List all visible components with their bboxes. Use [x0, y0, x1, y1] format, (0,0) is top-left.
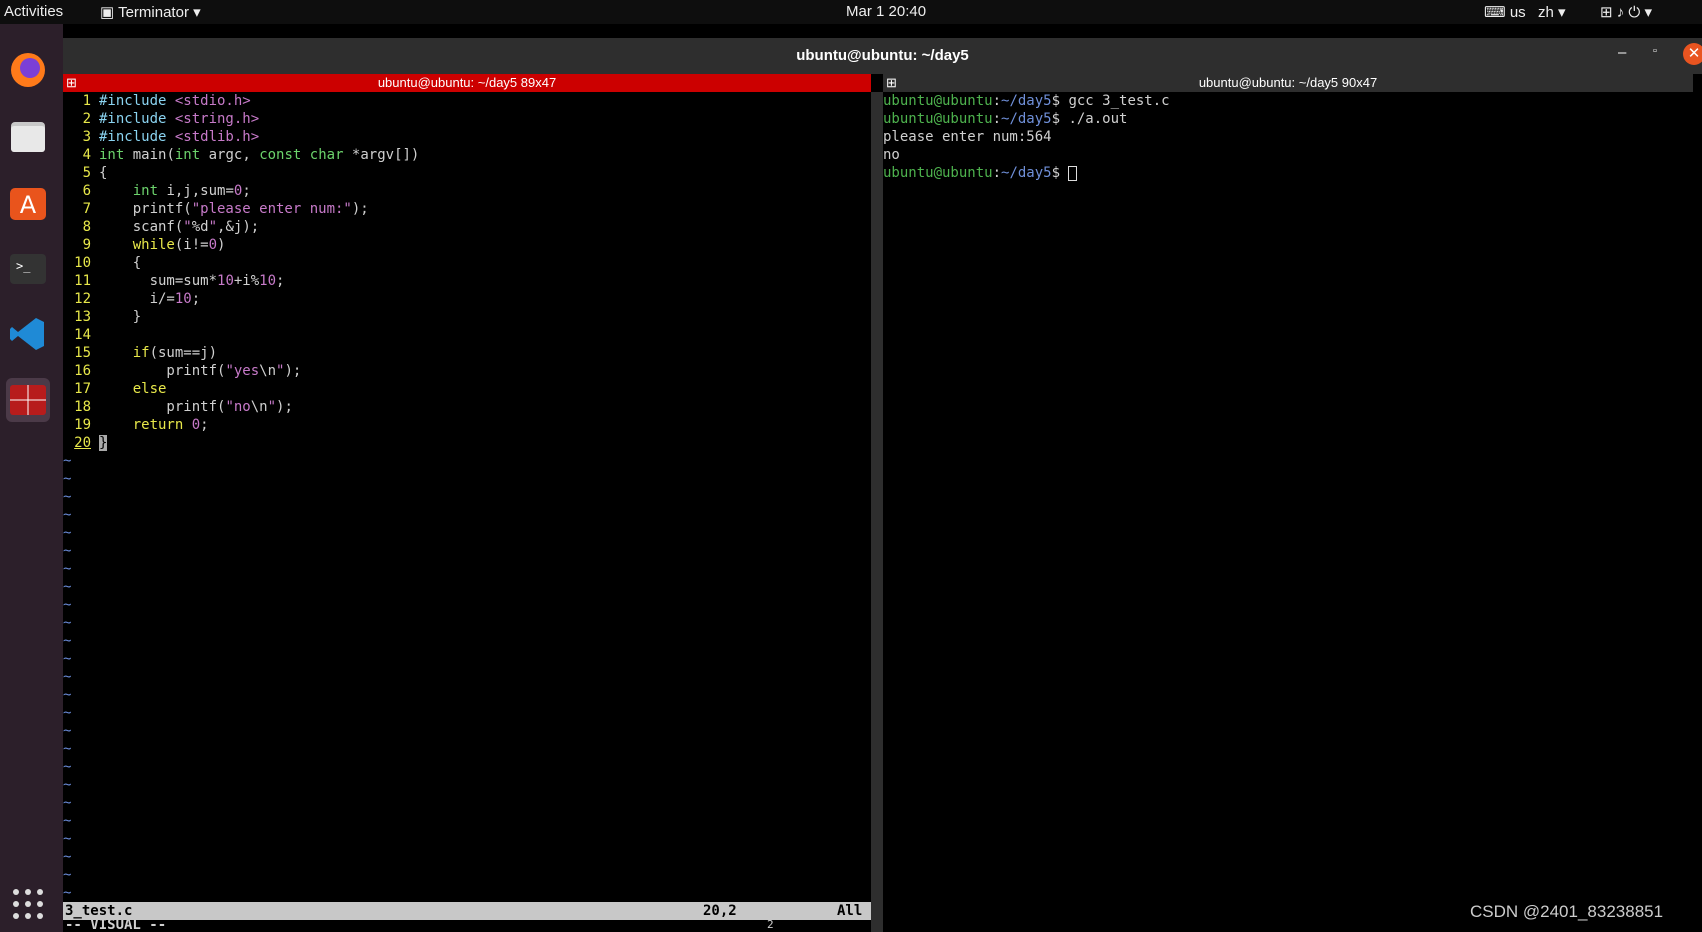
- vim-mode: -- VISUAL --: [65, 920, 167, 932]
- svg-text:A: A: [20, 191, 37, 219]
- status-scroll: All: [837, 903, 863, 919]
- terminator-icon[interactable]: [6, 378, 50, 422]
- kbd-layout: us: [1509, 4, 1526, 21]
- tilde-line: ~: [63, 633, 72, 649]
- tilde-line: ~: [63, 561, 72, 577]
- clock[interactable]: Mar 1 20:40: [846, 3, 926, 20]
- input-method[interactable]: zh ▾: [1538, 3, 1566, 21]
- vim-editor[interactable]: 1 #include <stdio.h> 2 #include <string.h>…: [63, 92, 871, 932]
- tilde-line: ~: [63, 687, 72, 703]
- code-line: 11 sum=sum*10+i%10;: [74, 273, 285, 289]
- system-menu[interactable]: ⊞ ♪ ⏻ ▾: [1600, 3, 1652, 21]
- tilde-line: ~: [63, 867, 72, 883]
- code-line: 20}: [74, 435, 108, 451]
- left-pane-header[interactable]: ⊞ ubuntu@ubuntu: ~/day5 89x47: [63, 74, 871, 92]
- code-line: 10 {: [74, 255, 142, 271]
- app-name: Terminator: [118, 4, 189, 21]
- code-line: 3 #include <stdlib.h>: [82, 129, 260, 145]
- empty-lines: ~ ~ ~ ~ ~ ~ ~ ~ ~ ~ ~ ~ ~ ~ ~ ~ ~ ~ ~ ~ ~ ~ ~ ~ ~: [63, 452, 871, 902]
- volume-icon: ♪: [1616, 4, 1625, 21]
- tilde-line: ~: [63, 885, 72, 901]
- tilde-line: ~: [63, 741, 72, 757]
- firefox-icon[interactable]: [6, 48, 50, 92]
- terminal-pane[interactable]: ubuntu@ubuntu:~/day5$ gcc 3_test.c ubunt…: [883, 92, 1693, 932]
- code-line: 18 printf("no\n");: [74, 399, 293, 415]
- tilde-line: ~: [63, 507, 72, 523]
- code-line: 5{: [82, 165, 108, 181]
- terminal-output: please enter num:564: [883, 129, 1052, 145]
- terminal-icon[interactable]: >_: [6, 246, 50, 290]
- tilde-line: ~: [63, 579, 72, 595]
- terminal-cursor: [1068, 165, 1078, 181]
- terminal-line: ubuntu@ubuntu:~/day5$ ./a.out: [883, 111, 1128, 127]
- close-button[interactable]: ✕: [1683, 43, 1702, 65]
- tilde-line: ~: [63, 525, 72, 541]
- tilde-line: ~: [63, 669, 72, 685]
- tilde-line: ~: [63, 723, 72, 739]
- tilde-line: ~: [63, 759, 72, 775]
- tilde-line: ~: [63, 795, 72, 811]
- code-line: 17 else: [74, 381, 167, 397]
- code-line: 13 }: [74, 309, 142, 325]
- tilde-line: ~: [63, 543, 72, 559]
- network-icon: ⊞: [1600, 4, 1613, 21]
- tilde-line: ~: [63, 813, 72, 829]
- maximize-button[interactable]: ▫: [1653, 45, 1657, 57]
- tilde-line: ~: [63, 597, 72, 613]
- code-line: 7 printf("please enter num:");: [82, 201, 369, 217]
- tilde-line: ~: [63, 651, 72, 667]
- terminal-line: ubuntu@ubuntu:~/day5$: [883, 164, 1693, 182]
- files-icon[interactable]: [6, 114, 50, 158]
- left-pane-title: ubuntu@ubuntu: ~/day5 89x47: [377, 75, 557, 90]
- code-line: 4 int main(int argc, const char *argv[]): [82, 147, 420, 163]
- terminal-icon: ▣: [100, 4, 119, 21]
- terminal-line: ubuntu@ubuntu:~/day5$ gcc 3_test.c: [883, 93, 1170, 109]
- vscode-icon[interactable]: [6, 312, 50, 356]
- code-line: 16 printf("yes\n");: [74, 363, 302, 379]
- right-pane-title: ubuntu@ubuntu: ~/day5 90x47: [1198, 75, 1378, 90]
- input-method-label: zh: [1538, 4, 1554, 21]
- code-line: 2 #include <string.h>: [82, 111, 260, 127]
- window-title: ubuntu@ubuntu: ~/day5: [796, 47, 969, 64]
- software-center-icon[interactable]: A: [6, 180, 50, 224]
- power-icon: ⏻: [1628, 4, 1641, 21]
- terminal-grid-icon[interactable]: ⊞: [66, 74, 77, 92]
- keyboard-icon: ⌨: [1484, 4, 1506, 21]
- tilde-line: ~: [63, 471, 72, 487]
- watermark: CSDN @2401_83238851: [1470, 902, 1664, 921]
- code-line: 6 int i,j,sum=0;: [82, 183, 251, 199]
- tilde-line: ~: [63, 705, 72, 721]
- minimize-button[interactable]: –: [1618, 44, 1626, 61]
- vim-command-line: -- VISUAL -- 2: [63, 920, 871, 932]
- code-line: 12 i/=10;: [74, 291, 201, 307]
- code-line: 1 #include <stdio.h>: [82, 93, 251, 109]
- selection-count: 2: [767, 920, 774, 931]
- right-pane-header[interactable]: ⊞ ubuntu@ubuntu: ~/day5 90x47: [883, 74, 1693, 92]
- tilde-line: ~: [63, 831, 72, 847]
- tilde-line: ~: [63, 453, 72, 469]
- app-grid-icon[interactable]: [6, 882, 50, 926]
- svg-text:>_: >_: [16, 259, 31, 273]
- top-bar: Activities ▣ Terminator ▾ Mar 1 20:40 ⌨ …: [0, 0, 1702, 24]
- app-menu[interactable]: ▣ Terminator ▾: [100, 3, 201, 21]
- terminal-grid-icon[interactable]: ⊞: [886, 74, 897, 92]
- tilde-line: ~: [63, 777, 72, 793]
- status-position: 20,2: [703, 903, 737, 919]
- tilde-line: ~: [63, 615, 72, 631]
- code-line: 14: [74, 327, 91, 343]
- status-filename: 3_test.c: [65, 903, 133, 919]
- code-line: 19 return 0;: [74, 417, 209, 433]
- code-line: 8 scanf("%d",&j);: [82, 219, 260, 235]
- pane-splitter[interactable]: [871, 92, 883, 932]
- code-line: 15 if(sum==j): [74, 345, 218, 361]
- vim-status-line: 3_test.c 20,2 All: [63, 902, 871, 920]
- tilde-line: ~: [63, 489, 72, 505]
- code-line: 9 while(i!=0): [82, 237, 226, 253]
- tilde-line: ~: [63, 849, 72, 865]
- dock: A >_: [0, 24, 63, 932]
- keyboard-indicator[interactable]: ⌨ us: [1484, 3, 1526, 21]
- terminal-output: no: [883, 147, 900, 163]
- window-titlebar[interactable]: ubuntu@ubuntu: ~/day5 – ▫ ✕: [63, 38, 1702, 74]
- activities-button[interactable]: Activities: [4, 3, 63, 20]
